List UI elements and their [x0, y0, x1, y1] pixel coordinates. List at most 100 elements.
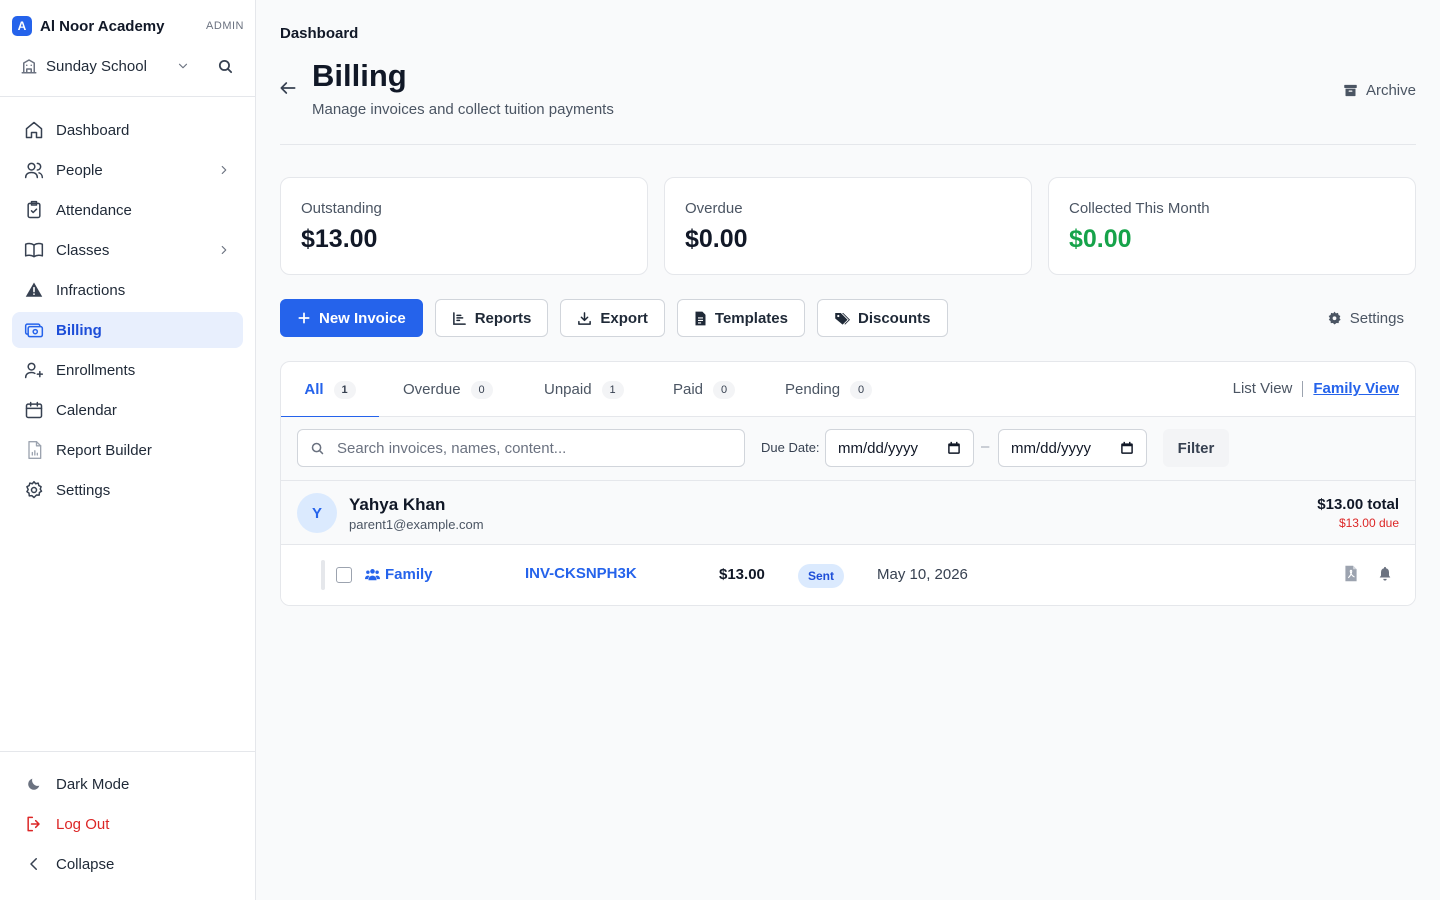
- filter-button[interactable]: Filter: [1163, 429, 1229, 467]
- row-checkbox[interactable]: [336, 567, 352, 583]
- discounts-button[interactable]: Discounts: [817, 299, 948, 337]
- tab-count: 0: [713, 380, 736, 399]
- due-date-label: Due Date:: [761, 440, 820, 455]
- templates-button[interactable]: Templates: [676, 299, 805, 337]
- family-group-row[interactable]: Y Yahya Khan parent1@example.com $13.00 …: [281, 481, 1415, 545]
- sidebar-item-billing[interactable]: Billing: [12, 312, 243, 348]
- role-badge: ADMIN: [206, 20, 244, 32]
- table-row[interactable]: Family INV-CKSNPH3K $13.00 Sent May 10, …: [281, 545, 1415, 605]
- invoice-type-link[interactable]: Family: [365, 566, 433, 583]
- reports-button[interactable]: Reports: [434, 299, 549, 337]
- archive-button[interactable]: Archive: [1343, 80, 1416, 100]
- view-toggle-separator: [1302, 380, 1304, 397]
- pdf-button[interactable]: [1344, 565, 1358, 582]
- stat-card-collected: Collected This Month $0.00: [1048, 177, 1416, 275]
- tab-label: Pending: [785, 381, 841, 398]
- tab-unpaid[interactable]: Unpaid 1: [544, 362, 624, 417]
- sidebar-item-people[interactable]: People: [12, 152, 243, 188]
- reports-label: Reports: [474, 309, 532, 327]
- date-from-value: mm/dd/yyyy: [838, 439, 919, 457]
- view-toggle: List View Family View: [1233, 380, 1399, 397]
- logout-button[interactable]: Log Out: [12, 806, 243, 842]
- send-reminder-button[interactable]: [1377, 565, 1393, 582]
- tab-label: Paid: [673, 381, 704, 398]
- back-button[interactable]: [278, 78, 300, 100]
- family-total: $13.00 total: [1317, 496, 1399, 513]
- users-icon: [365, 568, 380, 581]
- date-range-separator: –: [981, 438, 990, 455]
- arrow-left-icon: [278, 78, 300, 98]
- new-invoice-button[interactable]: New Invoice: [280, 299, 423, 337]
- family-view-button[interactable]: Family View: [1313, 380, 1399, 397]
- sidebar-item-calendar[interactable]: Calendar: [12, 392, 243, 428]
- tab-label: Overdue: [403, 381, 461, 398]
- billing-settings-label: Settings: [1349, 309, 1404, 327]
- discounts-label: Discounts: [858, 309, 931, 327]
- sidebar-item-label: Settings: [56, 481, 111, 499]
- school-selector[interactable]: Sunday School: [12, 52, 198, 80]
- invoice-amount: $13.00: [719, 566, 765, 583]
- family-due: $13.00 due: [1338, 516, 1399, 530]
- list-view-button[interactable]: List View: [1233, 380, 1293, 397]
- tab-overdue[interactable]: Overdue 0: [403, 362, 493, 417]
- sidebar-bottom-nav: Dark Mode Log Out Collapse: [12, 766, 243, 886]
- search-icon: [310, 441, 325, 456]
- invoice-panel: All 1 Overdue 0 Unpaid 1 Paid 0 Pending …: [280, 361, 1416, 606]
- sidebar-nav: Dashboard People Attendance Classes Infr…: [12, 112, 243, 512]
- sidebar-item-enrollments[interactable]: Enrollments: [12, 352, 243, 388]
- tab-all[interactable]: All 1: [281, 362, 379, 418]
- tab-count: 0: [850, 380, 873, 399]
- sidebar-item-label: People: [56, 161, 103, 179]
- invoice-tabs: All 1 Overdue 0 Unpaid 1 Paid 0 Pending …: [281, 362, 1415, 418]
- row-indent-bar: [321, 560, 325, 590]
- search-input[interactable]: [337, 439, 717, 457]
- bell-icon: [1377, 565, 1393, 582]
- family-email: parent1@example.com: [349, 517, 484, 532]
- logout-icon: [24, 814, 44, 834]
- sidebar-item-dashboard[interactable]: Dashboard: [12, 112, 243, 148]
- stat-label: Collected This Month: [1069, 200, 1210, 217]
- calendar-icon[interactable]: [947, 441, 961, 455]
- calendar-icon[interactable]: [1120, 441, 1134, 455]
- stat-label: Outstanding: [301, 200, 382, 217]
- file-pdf-icon: [1344, 565, 1358, 582]
- school-selector-label: Sunday School: [46, 57, 147, 75]
- due-date-from-input[interactable]: mm/dd/yyyy: [825, 429, 974, 467]
- sidebar-item-label: Billing: [56, 321, 102, 339]
- sidebar-item-label: Report Builder: [56, 441, 152, 459]
- clipboard-check-icon: [24, 200, 44, 220]
- sidebar-search-button[interactable]: [210, 52, 240, 80]
- sidebar-item-label: Classes: [56, 241, 110, 259]
- dark-mode-toggle[interactable]: Dark Mode: [12, 766, 243, 802]
- export-button[interactable]: Export: [560, 299, 665, 337]
- new-invoice-label: New Invoice: [319, 309, 406, 327]
- tab-pending[interactable]: Pending 0: [785, 362, 873, 417]
- gear-icon: [1327, 311, 1342, 326]
- brand: A Al Noor Academy ADMIN: [12, 16, 244, 36]
- stat-value: $13.00: [301, 225, 378, 253]
- breadcrumb[interactable]: Dashboard: [280, 25, 358, 42]
- sidebar-item-classes[interactable]: Classes: [12, 232, 243, 268]
- sidebar-item-attendance[interactable]: Attendance: [12, 192, 243, 228]
- tags-icon: [834, 311, 850, 326]
- tab-paid[interactable]: Paid 0: [673, 362, 736, 417]
- sidebar-item-report-builder[interactable]: Report Builder: [12, 432, 243, 468]
- tab-label: Unpaid: [544, 381, 592, 398]
- billing-settings-button[interactable]: Settings: [1327, 310, 1416, 327]
- sidebar-item-label: Dashboard: [56, 121, 130, 139]
- archive-icon: [1343, 83, 1358, 98]
- dark-mode-label: Dark Mode: [56, 775, 130, 793]
- stat-value: $0.00: [1069, 225, 1132, 253]
- sidebar-item-settings[interactable]: Settings: [12, 472, 243, 508]
- templates-label: Templates: [714, 309, 788, 327]
- sidebar: A Al Noor Academy ADMIN Sunday School Da…: [0, 0, 256, 900]
- due-date-to-input[interactable]: mm/dd/yyyy: [998, 429, 1147, 467]
- sidebar-item-infractions[interactable]: Infractions: [12, 272, 243, 308]
- download-icon: [577, 311, 592, 326]
- filter-bar: Due Date: mm/dd/yyyy – mm/dd/yyyy Filter: [281, 417, 1415, 481]
- calendar-icon: [24, 400, 44, 420]
- sidebar-item-label: Attendance: [56, 201, 132, 219]
- collapse-sidebar-button[interactable]: Collapse: [12, 846, 243, 882]
- invoice-number-link[interactable]: INV-CKSNPH3K: [525, 565, 637, 582]
- date-to-value: mm/dd/yyyy: [1011, 439, 1092, 457]
